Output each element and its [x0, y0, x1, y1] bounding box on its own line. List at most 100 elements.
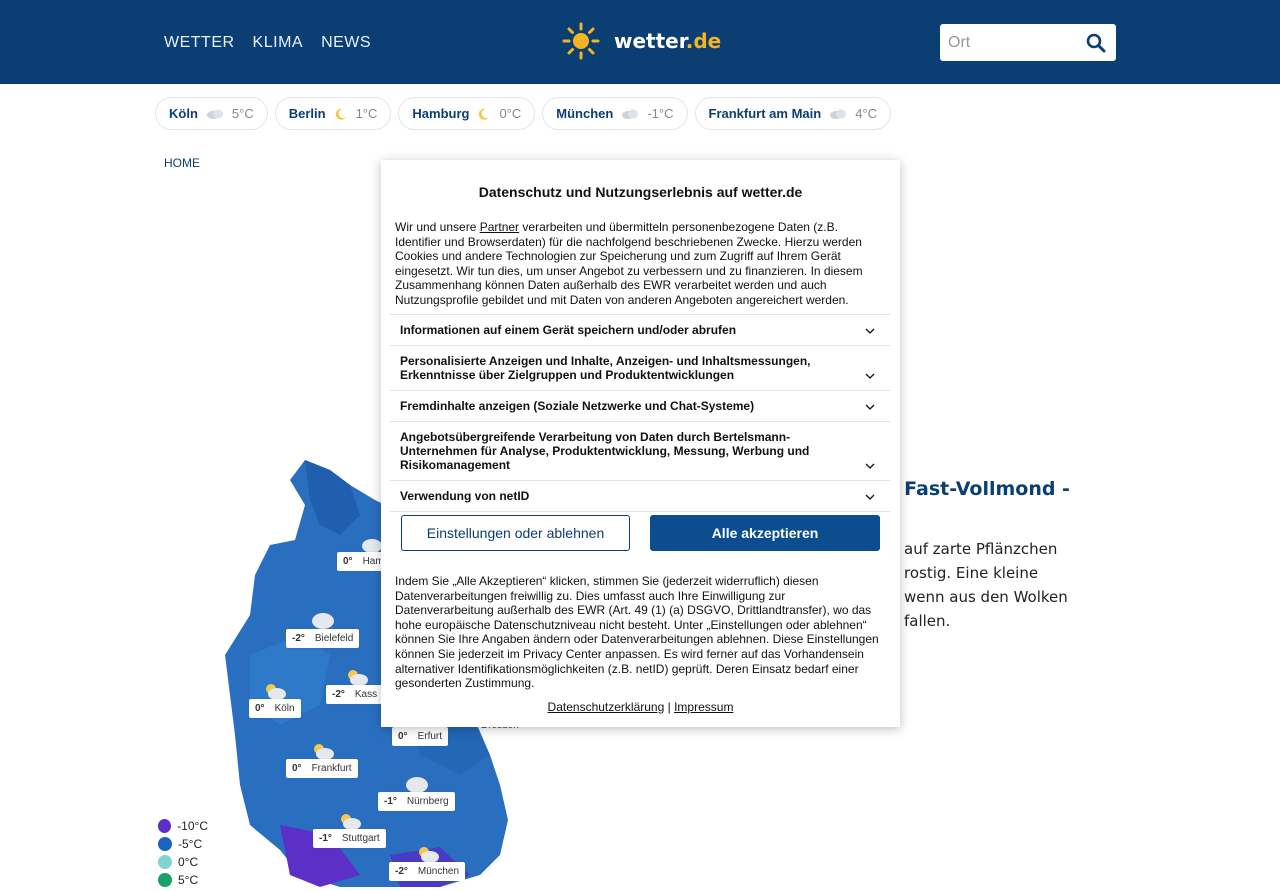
nav-news[interactable]: NEWS — [321, 34, 371, 52]
map-label-city: Erfurt — [417, 731, 443, 742]
map-label-kassel[interactable]: -2° Kass — [326, 685, 384, 704]
article-line: wenn aus den Wolken — [904, 588, 1068, 606]
chevron-down-icon — [865, 463, 875, 469]
article-line: auf zarte Pflänzchen — [904, 540, 1058, 558]
nav-wetter[interactable]: WETTER — [164, 34, 235, 52]
sun-cloud-icon — [314, 744, 334, 760]
map-label-temp: -1° — [319, 833, 332, 844]
search-box — [940, 24, 1116, 61]
city-name: München — [556, 106, 614, 121]
purpose-label: Personalisierte Anzeigen und Inhalte, An… — [400, 354, 811, 382]
purpose-label: Informationen auf einem Gerät speichern … — [400, 323, 737, 337]
search-icon[interactable] — [1086, 33, 1106, 53]
sun-cloud-icon — [419, 847, 439, 863]
map-label-nuernberg[interactable]: -1° Nürnberg — [378, 792, 455, 811]
cloud-icon — [206, 109, 223, 119]
main-nav: WETTER KLIMA NEWS — [164, 34, 371, 52]
breadcrumb[interactable]: HOME — [164, 156, 200, 170]
map-label-muenchen[interactable]: -2° München — [389, 862, 466, 881]
legend-label: 5°C — [178, 873, 199, 887]
legend-label: -5°C — [178, 837, 203, 851]
city-name: Hamburg — [412, 106, 470, 121]
map-label-temp: 0° — [292, 763, 302, 774]
consent-dialog: Datenschutz und Nutzungserlebnis auf wet… — [381, 160, 900, 727]
city-chip-muenchen[interactable]: München -1°C — [542, 97, 688, 130]
legend-swatch — [158, 819, 172, 833]
legend-swatch — [158, 873, 172, 887]
article-line: rostig. Eine kleine — [904, 564, 1039, 582]
moon-icon — [335, 108, 346, 120]
city-chip-koeln[interactable]: Köln 5°C — [155, 97, 268, 130]
chevron-down-icon — [865, 328, 875, 334]
map-label-temp: 0° — [343, 556, 353, 567]
accept-all-button[interactable]: Alle akzeptieren — [650, 515, 880, 551]
city-chip-berlin[interactable]: Berlin 1°C — [274, 97, 392, 130]
purpose-label: Angebotsübergreifende Verarbeitung von D… — [400, 430, 810, 472]
map-label-city: Nürnberg — [406, 796, 449, 807]
map-label-temp: 0° — [398, 731, 408, 742]
map-label-temp: -2° — [332, 689, 345, 700]
cloud-icon — [406, 777, 428, 793]
legend-swatch — [158, 837, 172, 851]
sun-cloud-icon — [341, 814, 361, 830]
site-logo[interactable]: wetter.de — [562, 22, 721, 60]
legend-label: -10°C — [177, 819, 208, 833]
intro-text-start: Wir und unsere — [395, 220, 480, 234]
purpose-item-third-party-content[interactable]: Fremdinhalte anzeigen (Soziale Netzwerke… — [390, 391, 890, 422]
logo-name: wetter — [614, 29, 686, 53]
legend-item: 0°C — [158, 853, 208, 871]
map-label-koeln[interactable]: 0° Köln — [249, 699, 301, 718]
legend-item: 5°C — [158, 871, 208, 889]
legend-item: -5°C — [158, 835, 208, 853]
city-temp: 5°C — [231, 106, 254, 121]
map-label-erfurt[interactable]: 0° Erfurt — [392, 727, 449, 746]
top-header: WETTER KLIMA NEWS wetter.de — [0, 0, 1280, 84]
search-input[interactable] — [940, 24, 1080, 61]
article-line: fallen. — [904, 612, 951, 630]
cloud-icon — [830, 109, 847, 119]
consent-intro: Wir und unsere Partner verarbeiten und ü… — [395, 220, 875, 308]
purpose-item-netid[interactable]: Verwendung von netID — [390, 481, 890, 512]
privacy-policy-link[interactable]: Datenschutzerklärung — [548, 700, 665, 714]
purpose-item-personalised-ads[interactable]: Personalisierte Anzeigen und Inhalte, An… — [390, 346, 890, 391]
map-label-city: München — [417, 866, 460, 877]
logo-wordmark: wetter.de — [614, 29, 721, 53]
purpose-label: Fremdinhalte anzeigen (Soziale Netzwerke… — [400, 399, 755, 413]
article-title[interactable]: n Fast-Vollmond - n — [884, 477, 1084, 527]
map-label-city: Stuttgart — [341, 833, 380, 844]
map-label-bielefeld[interactable]: -2° Bielefeld — [286, 629, 360, 648]
map-label-temp: -2° — [395, 866, 408, 877]
chevron-down-icon — [865, 404, 875, 410]
partner-link[interactable]: Partner — [480, 220, 519, 234]
temperature-legend: -10°C -5°C 0°C 5°C — [156, 815, 210, 891]
map-label-temp: -2° — [292, 633, 305, 644]
logo-tld: .de — [685, 29, 722, 53]
map-label-stuttgart[interactable]: -1° Stuttgart — [313, 829, 386, 848]
sun-logo-icon — [562, 22, 600, 60]
city-temp: 1°C — [355, 106, 378, 121]
nav-klima[interactable]: KLIMA — [253, 34, 304, 52]
legend-label: 0°C — [178, 855, 199, 869]
consent-footer-links: Datenschutzerklärung | Impressum — [381, 700, 900, 714]
city-chip-frankfurt[interactable]: Frankfurt am Main 4°C — [694, 97, 892, 130]
moon-icon — [479, 108, 490, 120]
map-label-city: Bielefeld — [314, 633, 354, 644]
legend-swatch — [158, 855, 172, 869]
map-label-city: Frankfurt — [311, 763, 352, 774]
map-label-temp: 0° — [255, 703, 265, 714]
sun-cloud-icon — [348, 670, 368, 686]
map-label-frankfurt[interactable]: 0° Frankfurt — [286, 759, 358, 778]
legend-item: -10°C — [158, 817, 208, 835]
city-name: Köln — [169, 106, 198, 121]
city-chip-hamburg[interactable]: Hamburg 0°C — [398, 97, 536, 130]
city-temp: 0°C — [499, 106, 522, 121]
imprint-link[interactable]: Impressum — [674, 700, 733, 714]
settings-or-reject-button[interactable]: Einstellungen oder ablehnen — [401, 515, 630, 551]
city-name: Frankfurt am Main — [708, 106, 822, 121]
city-temp: -1°C — [647, 106, 674, 121]
city-temp: 4°C — [855, 106, 878, 121]
purpose-item-bertelsmann-processing[interactable]: Angebotsübergreifende Verarbeitung von D… — [390, 422, 890, 481]
consent-title: Datenschutz und Nutzungserlebnis auf wet… — [478, 184, 803, 200]
purpose-item-device-storage[interactable]: Informationen auf einem Gerät speichern … — [390, 315, 890, 346]
sun-cloud-icon — [266, 684, 286, 700]
